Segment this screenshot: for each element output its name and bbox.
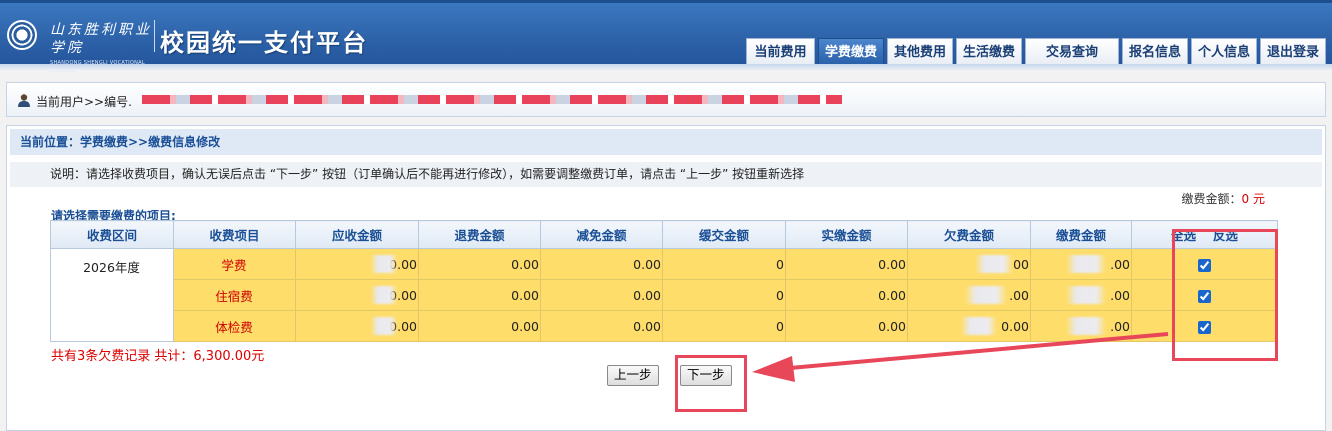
deferred-cell: 0 bbox=[662, 310, 786, 342]
redaction-mask bbox=[371, 316, 398, 335]
payment-amount-value: 0 元 bbox=[1241, 192, 1265, 206]
item-cell: 体检费 bbox=[173, 310, 296, 342]
logo-cn-text: 山东胜利职业学院 bbox=[50, 22, 152, 56]
paid-cell: 0.00 bbox=[785, 310, 908, 342]
col-reduction: 减免金额 bbox=[540, 220, 663, 249]
owed-cell: .00 bbox=[907, 279, 1031, 311]
redaction-mask bbox=[961, 316, 998, 335]
refund-cell: 0.00 bbox=[418, 248, 541, 280]
refund-cell: 0.00 bbox=[418, 279, 541, 311]
nav-living-payment[interactable]: 生活缴费 bbox=[956, 38, 1022, 68]
user-icon bbox=[18, 94, 30, 107]
redaction-mask bbox=[965, 285, 1008, 304]
receivable-cell: 0.00 bbox=[295, 310, 419, 342]
paid-cell: 0.00 bbox=[785, 279, 908, 311]
receivable-cell: 0.00 bbox=[295, 248, 419, 280]
payment-cell: .00 bbox=[1030, 279, 1132, 311]
deferred-cell: 0 bbox=[662, 248, 786, 280]
payment-amount: 缴费金额：0 元 bbox=[1182, 190, 1265, 207]
reduction-cell: 0.00 bbox=[540, 279, 663, 311]
main-panel: 当前位置：学费缴费>>缴费信息修改 说明：请选择收费项目，确认无误后点击 “下一… bbox=[6, 125, 1326, 431]
reduction-cell: 0.00 bbox=[540, 310, 663, 342]
col-select: 全选 反选 bbox=[1131, 220, 1278, 249]
table-row: 体检费 0.00 0.00 0.00 0 0.00 0.00 .00 bbox=[51, 310, 1278, 342]
select-row-checkbox[interactable] bbox=[1197, 258, 1211, 272]
payment-value: .00 bbox=[1110, 318, 1130, 334]
table-row: 2026年度 学费 0.00 0.00 0.00 0 0.00 00 .00 bbox=[50, 248, 1278, 342]
prev-step-button[interactable]: 上一步 bbox=[607, 365, 659, 386]
select-cell bbox=[1131, 279, 1278, 311]
payment-value: .00 bbox=[1110, 256, 1130, 272]
reduction-cell: 0.00 bbox=[540, 248, 663, 280]
col-owed: 欠费金额 bbox=[907, 220, 1031, 249]
fee-table: 收费区间 收费项目 应收金额 退费金额 减免金额 缓交金额 实缴金额 欠费金额 … bbox=[50, 220, 1278, 342]
site-title: 校园统一支付平台 bbox=[160, 29, 368, 57]
logo-divider bbox=[154, 20, 155, 52]
period-cell: 2026年度 bbox=[50, 248, 174, 342]
item-cell: 学费 bbox=[173, 248, 296, 280]
select-cell bbox=[1131, 310, 1278, 342]
owed-value: .00 bbox=[1009, 287, 1029, 303]
item-cell: 住宿费 bbox=[173, 279, 296, 311]
col-item: 收费项目 bbox=[173, 220, 296, 249]
top-nav: 当前费用 学费缴费 其他费用 生活缴费 交易查询 报名信息 个人信息 退出登录 bbox=[746, 38, 1326, 68]
select-cell bbox=[1131, 248, 1278, 280]
instruction-notice: 说明：请选择收费项目，确认无误后点击 “下一步” 按钮（订单确认后不能再进行修改… bbox=[10, 162, 1322, 187]
owed-value: 0.00 bbox=[1001, 318, 1029, 334]
college-emblem-icon bbox=[7, 20, 37, 50]
nav-other-fees[interactable]: 其他费用 bbox=[887, 38, 953, 68]
col-payment: 缴费金额 bbox=[1030, 220, 1132, 249]
col-period: 收费区间 bbox=[50, 220, 174, 249]
refund-cell: 0.00 bbox=[418, 310, 541, 342]
owed-value: 00 bbox=[1013, 256, 1029, 272]
current-user-bar: 当前用户>>编号. bbox=[6, 82, 1326, 117]
redaction-mask bbox=[1066, 285, 1107, 304]
payment-value: .00 bbox=[1110, 287, 1130, 303]
col-paid: 实缴金额 bbox=[785, 220, 908, 249]
redaction-mask bbox=[1066, 254, 1107, 273]
select-row-checkbox[interactable] bbox=[1197, 289, 1211, 303]
receivable-cell: 0.00 bbox=[295, 279, 419, 311]
owed-cell: 0.00 bbox=[907, 310, 1031, 342]
college-logo: 山东胜利职业学院 SHANDONG SHENGLI VOCATIONAL COL… bbox=[50, 21, 154, 74]
logo-en-text: SHANDONG SHENGLI VOCATIONAL COLLEGE bbox=[50, 60, 145, 74]
select-row-checkbox[interactable] bbox=[1197, 320, 1211, 334]
nav-personal-info[interactable]: 个人信息 bbox=[1191, 38, 1257, 68]
nav-tuition-payment[interactable]: 学费缴费 bbox=[818, 38, 884, 68]
breadcrumb: 当前位置：学费缴费>>缴费信息修改 bbox=[10, 129, 1322, 155]
nav-logout[interactable]: 退出登录 bbox=[1260, 38, 1326, 68]
arrears-summary: 共有3条欠费记录 共计：6,300.00元 bbox=[51, 349, 265, 364]
col-receivable: 应收金额 bbox=[295, 220, 419, 249]
deferred-cell: 0 bbox=[662, 279, 786, 311]
invert-selection-link[interactable]: 反选 bbox=[1213, 228, 1238, 243]
payment-cell: .00 bbox=[1030, 310, 1132, 342]
table-header-row: 收费区间 收费项目 应收金额 退费金额 减免金额 缓交金额 实缴金额 欠费金额 … bbox=[50, 220, 1278, 249]
owed-cell: 00 bbox=[907, 248, 1031, 280]
redacted-user-info bbox=[142, 95, 842, 104]
redaction-mask bbox=[975, 254, 1014, 273]
redaction-mask bbox=[371, 285, 398, 304]
redaction-mask bbox=[371, 254, 398, 273]
header-bar: 山东胜利职业学院 SHANDONG SHENGLI VOCATIONAL COL… bbox=[0, 0, 1332, 74]
current-user-label: 当前用户>>编号. bbox=[36, 95, 132, 109]
nav-transaction-query[interactable]: 交易查询 bbox=[1025, 38, 1119, 68]
col-deferred: 缓交金额 bbox=[662, 220, 786, 249]
payment-cell: .00 bbox=[1030, 248, 1132, 280]
redaction-mask bbox=[1066, 316, 1107, 335]
paid-cell: 0.00 bbox=[785, 248, 908, 280]
next-step-button[interactable]: 下一步 bbox=[680, 365, 732, 386]
nav-registration-info[interactable]: 报名信息 bbox=[1122, 38, 1188, 68]
nav-current-fees[interactable]: 当前费用 bbox=[746, 38, 815, 68]
select-all-link[interactable]: 全选 bbox=[1171, 228, 1196, 243]
table-row: 住宿费 0.00 0.00 0.00 0 0.00 .00 .00 bbox=[51, 279, 1278, 311]
payment-amount-label: 缴费金额： bbox=[1181, 192, 1242, 206]
col-refund: 退费金额 bbox=[418, 220, 541, 249]
